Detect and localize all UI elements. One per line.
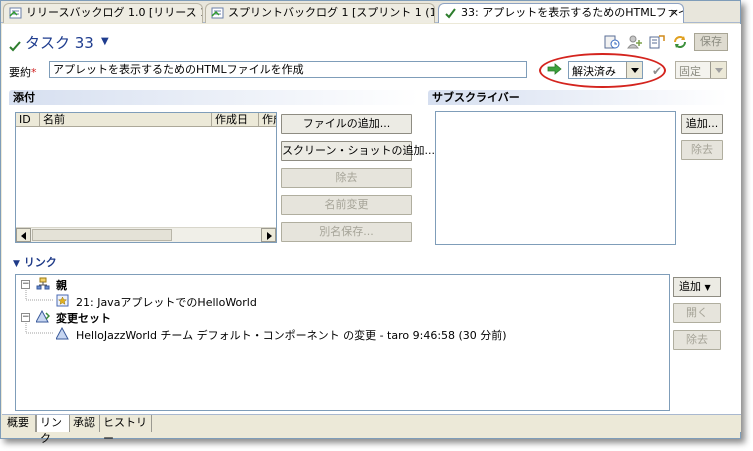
open-link-button[interactable]: 開く <box>673 303 721 323</box>
history-icon[interactable] <box>603 34 621 50</box>
subscribers-list[interactable] <box>435 111 676 245</box>
task-icon <box>445 8 456 19</box>
remove-link-button[interactable]: 除去 <box>673 330 721 350</box>
column-created-date[interactable]: 作成日 <box>212 113 259 127</box>
task-icon <box>9 41 21 52</box>
column-name[interactable]: 名前 <box>40 113 212 127</box>
resolution-value: 固定 <box>679 65 701 78</box>
tab-release-backlog[interactable]: リリースバックログ 1.0 [リリース 1.0] <box>3 3 203 23</box>
tab-overview[interactable]: 概要 <box>4 415 36 432</box>
scroll-right-icon[interactable] <box>261 228 276 242</box>
tab-task-33[interactable]: 33: アプレットを表示するためのHTMLファイ × <box>438 3 684 23</box>
tree-item-parent-task[interactable]: 21: JavaアプレットでのHelloWorld <box>76 294 257 310</box>
check-icon: ✔ <box>652 64 663 78</box>
work-item-editor: リリースバックログ 1.0 [リリース 1.0] スプリントバックログ 1 [ス… <box>0 0 741 445</box>
tree-connectors <box>25 290 54 334</box>
bottom-tab-bar: 概要 リンク 承認 ヒストリー <box>2 414 741 445</box>
backlog-icon <box>9 7 22 19</box>
chevron-down-icon: ▼ <box>704 283 711 292</box>
column-creator[interactable]: 作成 <box>259 113 276 127</box>
attachments-table-header: ID 名前 作成日 作成 <box>16 113 276 127</box>
remove-subscriber-button[interactable]: 除去 <box>681 140 723 160</box>
close-tab-icon[interactable]: × <box>670 4 679 22</box>
horizontal-scrollbar[interactable] <box>16 227 276 242</box>
add-file-button[interactable]: ファイルの追加... <box>281 114 412 134</box>
required-marker: * <box>31 66 37 79</box>
column-id[interactable]: ID <box>16 113 40 127</box>
subscribe-icon[interactable] <box>626 34 644 50</box>
summary-input[interactable]: アプレットを表示するためのHTMLファイルを作成 <box>49 61 527 78</box>
links-tree[interactable]: − 親 21: JavaアプレットでのHelloWorld − 変更セット He… <box>15 274 670 411</box>
tab-sprint-backlog[interactable]: スプリントバックログ 1 [スプリント 1 (1.0 <box>205 3 435 23</box>
editor-tab-bar: リリースバックログ 1.0 [リリース 1.0] スプリントバックログ 1 [ス… <box>1 1 740 23</box>
rename-attachment-button[interactable]: 名前変更 <box>281 195 412 215</box>
tab-approvals[interactable]: 承認 <box>70 415 100 432</box>
resolution-dropdown: 固定 <box>675 61 727 79</box>
tab-history[interactable]: ヒストリー <box>100 415 152 445</box>
subscribers-section-header: サブスクライバー <box>428 90 728 105</box>
add-link-button[interactable]: 追加 ▼ <box>673 277 721 297</box>
save-button[interactable]: 保存 <box>694 33 728 51</box>
tree-item-changeset[interactable]: HelloJazzWorld チーム デフォルト・コンポーネント の変更 - t… <box>76 327 507 343</box>
attachments-table[interactable]: ID 名前 作成日 作成 <box>15 112 277 243</box>
scroll-left-icon[interactable] <box>16 228 31 242</box>
save-as-button[interactable]: 別名保存... <box>281 222 412 242</box>
attachments-section-header: 添付 <box>9 90 419 105</box>
tab-links[interactable]: リンク <box>36 415 70 445</box>
collapse-icon[interactable]: ▼ <box>13 259 20 269</box>
page-title: タスク 33 <box>25 34 94 52</box>
links-section-header[interactable]: ▼ リンク <box>9 255 729 270</box>
backlog-icon <box>211 7 224 19</box>
add-screenshot-button[interactable]: スクリーン・ショットの追加... <box>281 141 435 161</box>
add-subscriber-button[interactable]: 追加... <box>681 114 723 134</box>
summary-label: 要約* <box>9 66 37 79</box>
refresh-icon[interactable] <box>671 34 689 50</box>
chevron-down-icon <box>710 62 726 78</box>
title-dropdown-icon[interactable]: ▼ <box>101 36 109 47</box>
remove-attachment-button[interactable]: 除去 <box>281 168 412 188</box>
scroll-thumb[interactable] <box>32 229 172 241</box>
copy-link-icon[interactable] <box>648 34 666 50</box>
highlight-oval <box>539 53 666 88</box>
